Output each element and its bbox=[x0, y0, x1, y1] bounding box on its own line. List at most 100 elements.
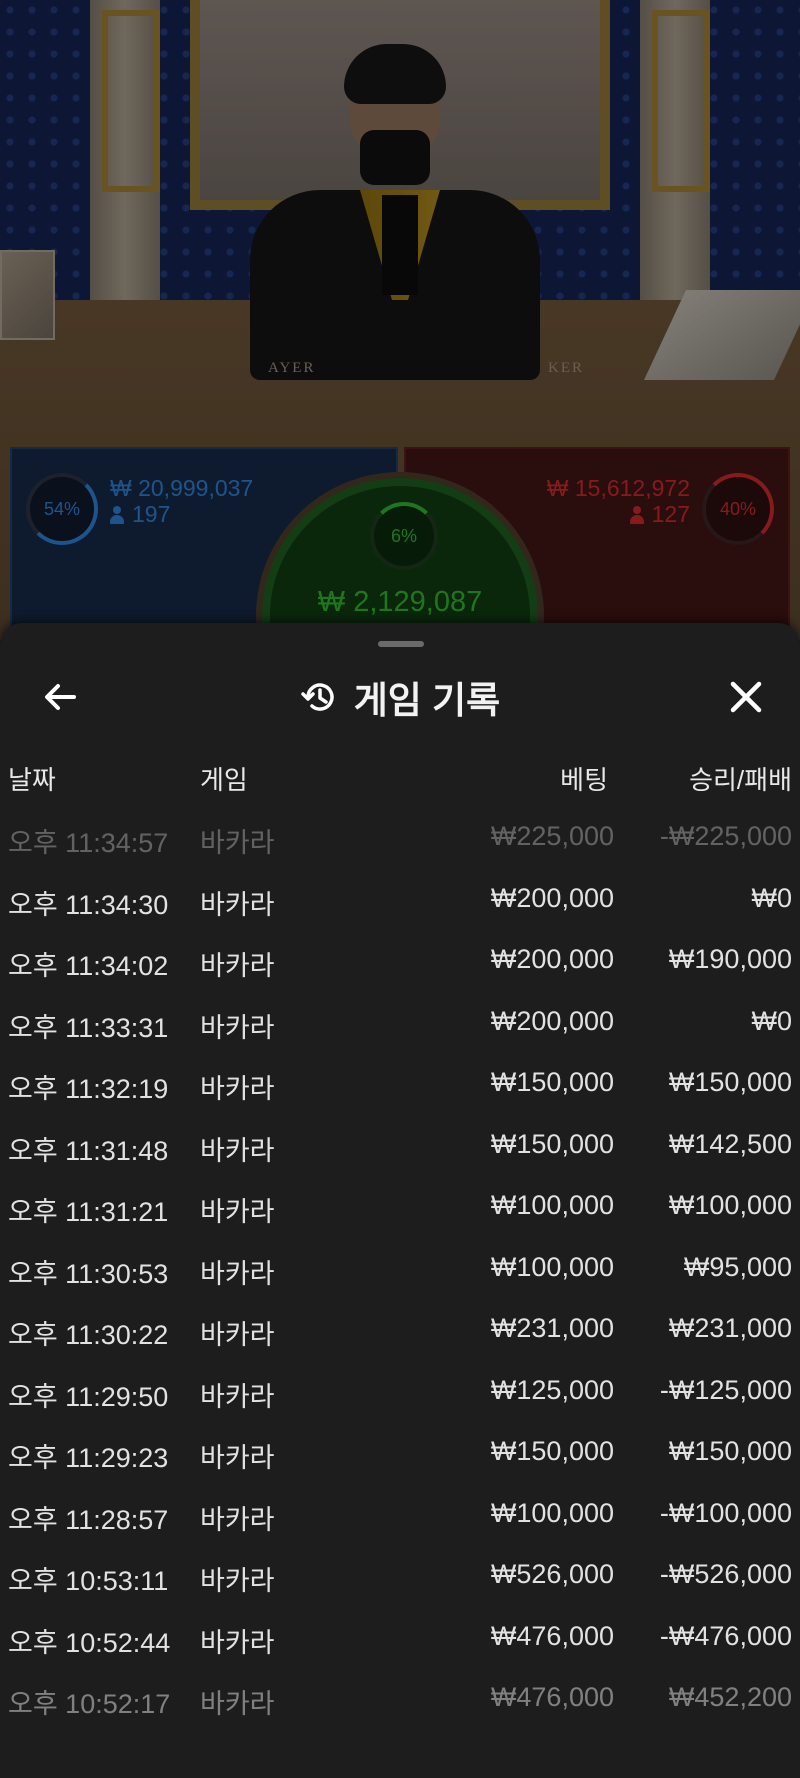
history-row[interactable]: 오후 10:52:44 바카라 ₩476,000 -₩476,000 bbox=[0, 1611, 800, 1673]
row-win-loss: ₩142,500 bbox=[668, 1128, 792, 1159]
row-bet: ₩476,000 bbox=[490, 1620, 614, 1651]
decor-pillar bbox=[640, 0, 710, 300]
row-game: 바카라 bbox=[200, 1012, 275, 1043]
history-row[interactable]: 오후 10:53:11 바카라 ₩526,000 -₩526,000 bbox=[0, 1549, 800, 1611]
row-bet: ₩200,000 bbox=[490, 1005, 614, 1036]
game-history-sheet: 게임 기록 날짜 게임 베팅 승리/패배 오후 11:34:57 바카라 ₩22… bbox=[0, 623, 800, 1778]
row-win-loss: ₩100,000 bbox=[668, 1190, 792, 1220]
column-header-game[interactable]: 게임 bbox=[200, 760, 248, 797]
row-game: 바카라 bbox=[200, 1074, 275, 1104]
banker-percent-ring: 40% bbox=[702, 473, 774, 545]
history-row[interactable]: 오후 11:34:57 바카라 ₩225,000 -₩225,000 bbox=[0, 811, 800, 873]
history-row[interactable]: 오후 10:52:17 바카라 ₩476,000 ₩452,200 bbox=[0, 1672, 800, 1734]
row-win-loss: -₩100,000 bbox=[659, 1497, 792, 1528]
player-percent-ring: 54% bbox=[26, 473, 98, 545]
row-win-loss: -₩125,000 bbox=[659, 1374, 792, 1405]
row-win-loss: ₩150,000 bbox=[668, 1067, 792, 1097]
player-bettor-count: 197 bbox=[132, 501, 171, 527]
history-row[interactable]: 오후 11:34:30 바카라 ₩200,000 ₩0 bbox=[0, 873, 800, 935]
card-shoe bbox=[0, 250, 55, 340]
tie-percent: 6% bbox=[390, 525, 417, 546]
sheet-drag-handle[interactable] bbox=[378, 641, 424, 647]
close-button[interactable] bbox=[722, 673, 770, 721]
row-date: 오후 10:52:17 bbox=[8, 1689, 171, 1719]
row-game: 바카라 bbox=[200, 889, 275, 920]
row-bet: ₩150,000 bbox=[490, 1128, 614, 1159]
row-bet: ₩150,000 bbox=[490, 1436, 614, 1466]
sheet-header: 게임 기록 bbox=[0, 667, 800, 727]
row-date: 오후 11:32:19 bbox=[8, 1074, 169, 1104]
column-header-date[interactable]: 날짜 bbox=[8, 760, 56, 797]
row-date: 오후 11:31:21 bbox=[8, 1197, 169, 1227]
banker-percent: 40% bbox=[719, 498, 757, 519]
row-date: 오후 11:30:53 bbox=[8, 1258, 169, 1289]
row-bet: ₩200,000 bbox=[490, 944, 614, 974]
column-header-win-loss[interactable]: 승리/패배 bbox=[689, 760, 792, 797]
player-bet-info: ₩ 20,999,037 197 bbox=[110, 475, 253, 527]
row-game: 바카라 bbox=[200, 1135, 275, 1166]
row-win-loss: ₩150,000 bbox=[668, 1436, 792, 1466]
row-date: 오후 11:33:31 bbox=[8, 1012, 169, 1043]
row-win-loss: ₩452,200 bbox=[668, 1682, 792, 1712]
player-total-amount: ₩ 20,999,037 bbox=[110, 475, 254, 501]
row-date: 오후 11:34:30 bbox=[8, 889, 169, 920]
banker-bettor-count: 127 bbox=[651, 501, 690, 527]
row-game: 바카라 bbox=[200, 1443, 275, 1473]
history-row[interactable]: 오후 11:30:22 바카라 ₩231,000 ₩231,000 bbox=[0, 1303, 800, 1365]
row-date: 오후 11:34:57 bbox=[8, 828, 169, 858]
row-bet: ₩125,000 bbox=[490, 1374, 614, 1405]
row-game: 바카라 bbox=[200, 1381, 275, 1412]
row-date: 오후 10:53:11 bbox=[8, 1566, 169, 1596]
row-win-loss: ₩0 bbox=[751, 1005, 793, 1036]
tie-total-amount: ₩ 2,129,087 bbox=[317, 586, 483, 618]
row-win-loss: ₩231,000 bbox=[668, 1313, 792, 1343]
history-icon bbox=[301, 683, 334, 711]
row-win-loss: ₩95,000 bbox=[683, 1251, 792, 1282]
row-game: 바카라 bbox=[200, 1258, 275, 1289]
row-win-loss: ₩0 bbox=[751, 882, 793, 913]
row-game: 바카라 bbox=[200, 1197, 275, 1227]
banker-bet-info: ₩ 15,612,972 127 bbox=[547, 475, 690, 527]
history-row[interactable]: 오후 11:34:02 바카라 ₩200,000 ₩190,000 bbox=[0, 934, 800, 996]
row-bet: ₩476,000 bbox=[490, 1682, 614, 1712]
row-date: 오후 10:52:44 bbox=[8, 1627, 171, 1658]
person-icon bbox=[110, 506, 124, 524]
felt-label-banker: KER bbox=[548, 360, 584, 376]
dealer bbox=[210, 44, 550, 380]
row-date: 오후 11:29:23 bbox=[8, 1443, 169, 1473]
row-bet: ₩526,000 bbox=[490, 1559, 614, 1589]
row-bet: ₩100,000 bbox=[490, 1251, 614, 1282]
person-icon bbox=[629, 506, 644, 524]
history-row[interactable]: 오후 11:30:53 바카라 ₩100,000 ₩95,000 bbox=[0, 1242, 800, 1304]
row-game: 바카라 bbox=[200, 1566, 275, 1596]
history-list[interactable]: 오후 11:34:57 바카라 ₩225,000 -₩225,000 오후 11… bbox=[0, 811, 800, 1734]
row-win-loss: -₩476,000 bbox=[659, 1620, 792, 1651]
row-game: 바카라 bbox=[200, 1320, 275, 1350]
column-header-bet[interactable]: 베팅 bbox=[560, 760, 608, 797]
history-row[interactable]: 오후 11:32:19 바카라 ₩150,000 ₩150,000 bbox=[0, 1057, 800, 1119]
row-win-loss: -₩526,000 bbox=[659, 1559, 792, 1589]
row-date: 오후 11:29:50 bbox=[8, 1381, 169, 1412]
row-game: 바카라 bbox=[200, 951, 275, 981]
history-row[interactable]: 오후 11:31:21 바카라 ₩100,000 ₩100,000 bbox=[0, 1180, 800, 1242]
row-game: 바카라 bbox=[200, 1504, 275, 1535]
row-bet: ₩100,000 bbox=[490, 1497, 614, 1528]
banker-total-amount: ₩ 15,612,972 bbox=[546, 475, 690, 501]
history-row[interactable]: 오후 11:29:23 바카라 ₩150,000 ₩150,000 bbox=[0, 1426, 800, 1488]
close-icon bbox=[730, 681, 762, 713]
row-bet: ₩150,000 bbox=[490, 1067, 614, 1097]
decor-pillar bbox=[90, 0, 160, 300]
history-row[interactable]: 오후 11:28:57 바카라 ₩100,000 -₩100,000 bbox=[0, 1488, 800, 1550]
history-row[interactable]: 오후 11:33:31 바카라 ₩200,000 ₩0 bbox=[0, 996, 800, 1058]
history-row[interactable]: 오후 11:29:50 바카라 ₩125,000 -₩125,000 bbox=[0, 1365, 800, 1427]
history-row[interactable]: 오후 11:31:48 바카라 ₩150,000 ₩142,500 bbox=[0, 1119, 800, 1181]
felt-label-player: AYER bbox=[268, 360, 316, 376]
row-game: 바카라 bbox=[200, 1689, 275, 1719]
row-date: 오후 11:28:57 bbox=[8, 1504, 169, 1535]
row-bet: ₩200,000 bbox=[490, 882, 614, 913]
player-percent: 54% bbox=[43, 498, 81, 519]
row-game: 바카라 bbox=[200, 1627, 275, 1658]
row-date: 오후 11:31:48 bbox=[8, 1135, 169, 1166]
row-game: 바카라 bbox=[200, 828, 275, 858]
row-bet: ₩231,000 bbox=[490, 1313, 614, 1343]
